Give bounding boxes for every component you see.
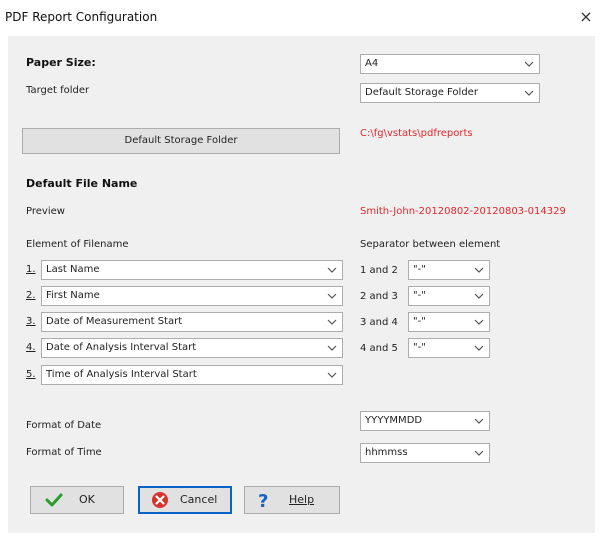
default-storage-folder-button[interactable]: Default Storage Folder <box>22 128 340 154</box>
chevron-down-icon <box>474 450 484 456</box>
file-name-heading: Default File Name <box>26 177 138 190</box>
element-heading: Element of Filename <box>26 239 129 250</box>
separator-select-1[interactable]: "-" <box>408 260 490 280</box>
chevron-down-icon <box>327 372 337 378</box>
format-date-value: YYYYMMDD <box>365 415 423 426</box>
chevron-down-icon <box>524 61 534 67</box>
element-value-2: First Name <box>46 290 100 301</box>
chevron-down-icon <box>474 319 484 325</box>
element-value-3: Date of Measurement Start <box>46 316 183 327</box>
separator-value-2: "-" <box>413 290 426 301</box>
element-number-5: 5. <box>26 369 36 380</box>
paper-size-label: Paper Size: <box>26 56 96 69</box>
close-button[interactable]: × <box>575 6 597 28</box>
cancel-icon <box>152 492 168 508</box>
title-bar: PDF Report Configuration × <box>0 0 603 36</box>
ok-label: OK <box>79 493 95 506</box>
element-number-2: 2. <box>26 290 36 301</box>
element-select-1[interactable]: Last Name <box>41 260 343 280</box>
element-select-5[interactable]: Time of Analysis Interval Start <box>41 365 343 385</box>
separator-value-1: "-" <box>413 264 426 275</box>
element-value-1: Last Name <box>46 264 100 275</box>
dialog-body: Paper Size: A4 Target folder Default Sto… <box>8 36 595 533</box>
ok-button[interactable]: OK <box>30 486 124 514</box>
separator-value-4: "-" <box>413 342 426 353</box>
preview-label: Preview <box>26 206 65 217</box>
window-title: PDF Report Configuration <box>5 10 158 24</box>
separator-label-1: 1 and 2 <box>360 265 398 276</box>
chevron-down-icon <box>474 345 484 351</box>
separator-heading: Separator between element <box>360 239 501 250</box>
chevron-down-icon <box>327 319 337 325</box>
chevron-down-icon <box>327 345 337 351</box>
help-button[interactable]: ? Help <box>244 486 340 514</box>
paper-size-select[interactable]: A4 <box>360 54 540 74</box>
chevron-down-icon <box>327 267 337 273</box>
element-value-4: Date of Analysis Interval Start <box>46 342 197 353</box>
separator-select-4[interactable]: "-" <box>408 338 490 358</box>
element-select-2[interactable]: First Name <box>41 286 343 306</box>
separator-select-2[interactable]: "-" <box>408 286 490 306</box>
target-folder-select[interactable]: Default Storage Folder <box>360 83 540 103</box>
preview-value: Smith-John-20120802-20120803-014329 <box>360 206 566 217</box>
help-label: Help <box>289 493 315 506</box>
chevron-down-icon <box>474 418 484 424</box>
element-number-3: 3. <box>26 316 36 327</box>
storage-path: C:\fg\vstats\pdfreports <box>360 128 473 139</box>
format-time-label: Format of Time <box>26 447 102 458</box>
format-time-value: hhmmss <box>365 447 408 458</box>
cancel-label: Cancel <box>180 493 218 506</box>
chevron-down-icon <box>474 293 484 299</box>
format-date-select[interactable]: YYYYMMDD <box>360 411 490 431</box>
checkmark-icon <box>45 493 63 507</box>
element-number-4: 4. <box>26 342 36 353</box>
chevron-down-icon <box>524 90 534 96</box>
element-number-1: 1. <box>26 264 36 275</box>
cancel-button[interactable]: Cancel <box>138 486 232 514</box>
separator-value-3: "-" <box>413 316 426 327</box>
target-folder-value: Default Storage Folder <box>365 87 478 98</box>
format-time-select[interactable]: hhmmss <box>360 443 490 463</box>
chevron-down-icon <box>474 267 484 273</box>
chevron-down-icon <box>327 293 337 299</box>
separator-select-3[interactable]: "-" <box>408 312 490 332</box>
element-value-5: Time of Analysis Interval Start <box>46 369 197 380</box>
target-folder-label: Target folder <box>26 85 90 96</box>
element-select-4[interactable]: Date of Analysis Interval Start <box>41 338 343 358</box>
element-select-3[interactable]: Date of Measurement Start <box>41 312 343 332</box>
question-mark-icon: ? <box>258 491 268 509</box>
svg-text:?: ? <box>258 491 268 509</box>
separator-label-4: 4 and 5 <box>360 343 398 354</box>
paper-size-value: A4 <box>365 58 379 69</box>
separator-label-2: 2 and 3 <box>360 291 398 302</box>
separator-label-3: 3 and 4 <box>360 317 398 328</box>
format-date-label: Format of Date <box>26 420 102 431</box>
